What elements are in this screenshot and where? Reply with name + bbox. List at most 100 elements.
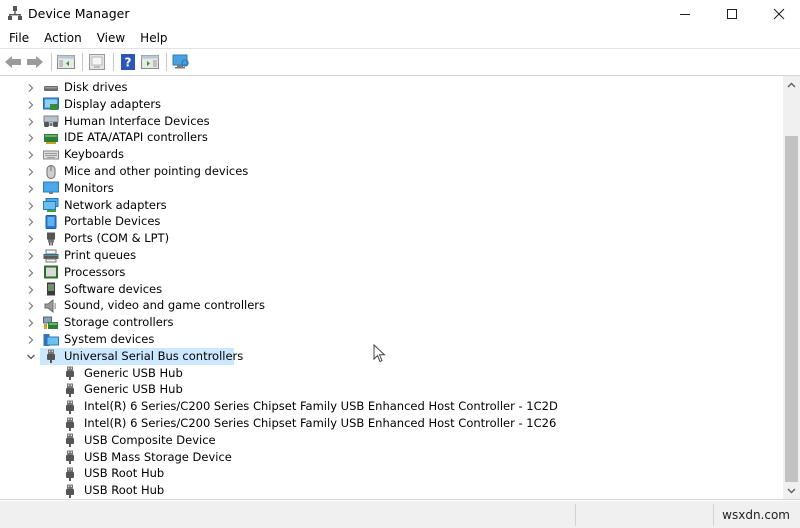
scrollbar-thumb[interactable] [785, 136, 798, 482]
chevron-right-icon[interactable] [26, 184, 36, 194]
minimize-button[interactable] [662, 0, 708, 28]
tree-device-item[interactable]: USB Mass Storage Device [0, 449, 783, 466]
tree-device-item[interactable]: Generic USB Hub [0, 381, 783, 398]
chevron-right-icon[interactable] [26, 251, 36, 261]
storage-controller-icon [43, 316, 58, 329]
tree-category[interactable]: Monitors [0, 180, 783, 197]
tree-category[interactable]: Print queues [0, 247, 783, 264]
chevron-right-icon[interactable] [26, 133, 36, 143]
chevron-down-icon[interactable] [26, 352, 36, 362]
chevron-right-icon[interactable] [26, 100, 36, 110]
tree-device-label: Generic USB Hub [84, 382, 183, 397]
tree-category[interactable]: Universal Serial Bus controllers [0, 347, 783, 365]
chevron-right-icon[interactable] [26, 217, 36, 227]
chevron-right-icon[interactable] [26, 301, 36, 311]
tree-category-label: Portable Devices [64, 214, 161, 229]
menu-view[interactable]: View [92, 31, 130, 45]
toolbar-separator [82, 52, 83, 71]
tree-category-label: Human Interface Devices [64, 113, 210, 128]
tree-category[interactable]: Network adapters [0, 197, 783, 214]
hid-icon [43, 115, 59, 128]
tree-device-label: Intel(R) 6 Series/C200 Series Chipset Fa… [84, 399, 558, 414]
monitor-icon [43, 181, 59, 195]
tree-category[interactable]: Keyboards [0, 146, 783, 163]
show-hide-console-tree-button[interactable] [56, 52, 76, 72]
tree-device-item[interactable]: Intel(R) 6 Series/C200 Series Chipset Fa… [0, 398, 783, 415]
tree-category-label: Network adapters [64, 197, 167, 212]
tree-category[interactable]: Storage controllers [0, 314, 783, 331]
chevron-right-icon[interactable] [26, 234, 36, 244]
scroll-down-button[interactable] [783, 482, 800, 499]
show-action-pane-button[interactable] [140, 52, 160, 72]
chevron-right-icon[interactable] [26, 335, 36, 345]
tree-device-item[interactable]: Generic USB Hub [0, 365, 783, 382]
status-bar: wsxdn.com [0, 501, 800, 528]
properties-button[interactable] [87, 52, 107, 72]
help-button[interactable]: ? [118, 52, 138, 72]
back-button[interactable] [3, 52, 23, 72]
tree-category-label: Disk drives [64, 80, 128, 94]
arrow-left-icon [5, 55, 21, 68]
tree-device-item[interactable]: Intel(R) 6 Series/C200 Series Chipset Fa… [0, 415, 783, 432]
vertical-scrollbar[interactable] [783, 76, 800, 499]
tree-category[interactable]: IDE ATA/ATAPI controllers [0, 129, 783, 146]
tree-category[interactable]: Ports (COM & LPT) [0, 230, 783, 247]
maximize-button[interactable] [709, 0, 755, 28]
tree-category-label: Ports (COM & LPT) [64, 231, 170, 246]
scroll-up-button[interactable] [783, 76, 800, 93]
menu-file[interactable]: File [4, 31, 34, 45]
tree-category-label: System devices [64, 332, 155, 346]
tree-category[interactable]: Human Interface Devices [0, 113, 783, 130]
tree-device-label: USB Mass Storage Device [84, 449, 232, 464]
forward-button[interactable] [25, 52, 45, 72]
watermark-text: wsxdn.com [722, 508, 790, 522]
chevron-right-icon[interactable] [26, 117, 36, 127]
tree-category[interactable]: Software devices [0, 281, 783, 298]
usb-icon [66, 433, 74, 448]
chevron-right-icon[interactable] [26, 268, 36, 278]
usb-icon [66, 400, 74, 414]
chevron-right-icon[interactable] [26, 150, 36, 160]
tree-category[interactable]: Portable Devices [0, 213, 783, 230]
chevron-right-icon[interactable] [26, 83, 36, 93]
tree-device-item[interactable]: USB Root Hub [0, 465, 783, 482]
menu-action[interactable]: Action [39, 31, 87, 45]
keyboard-icon [43, 150, 59, 160]
chevron-right-icon[interactable] [26, 285, 36, 295]
chevron-right-icon[interactable] [26, 167, 36, 177]
disk-drive-icon [44, 85, 58, 91]
mouse-cursor-icon [373, 344, 386, 363]
status-separator [575, 504, 576, 526]
tree-category[interactable]: Processors [0, 264, 783, 281]
toolbar-separator [166, 52, 167, 71]
chevron-down-icon [787, 488, 796, 493]
tree-category[interactable]: Sound, video and game controllers [0, 297, 783, 314]
device-manager-icon [8, 6, 22, 20]
menu-bar: File Action View Help [0, 28, 800, 48]
help-icon: ? [121, 53, 135, 70]
tree-category[interactable]: Disk drives [0, 79, 783, 96]
network-adapter-icon [43, 198, 59, 213]
tree-device-item[interactable]: USB Composite Device [0, 432, 783, 449]
menu-help[interactable]: Help [135, 31, 172, 45]
tree-category-label: Print queues [64, 248, 137, 262]
tree-category-label: Storage controllers [64, 315, 174, 330]
tree-category[interactable]: Mice and other pointing devices [0, 163, 783, 180]
usb-icon [66, 467, 74, 481]
usb-icon [47, 349, 55, 364]
tree-device-label: USB Composite Device [84, 432, 216, 447]
svg-text:?: ? [125, 55, 132, 69]
chevron-right-icon[interactable] [26, 318, 36, 328]
usb-icon [66, 450, 74, 465]
toolbar-separator [113, 52, 114, 71]
scan-hardware-button[interactable] [171, 52, 191, 72]
tree-category[interactable]: System devices [0, 331, 783, 348]
tree-device-item[interactable]: USB Root Hub [0, 482, 783, 499]
usb-icon [66, 383, 74, 397]
processor-icon [44, 265, 58, 279]
tree-category[interactable]: Display adapters [0, 96, 783, 113]
close-button[interactable] [756, 0, 800, 28]
chevron-right-icon[interactable] [26, 201, 36, 211]
tree-category-label: Monitors [64, 180, 114, 195]
display-adapter-icon [43, 97, 59, 111]
